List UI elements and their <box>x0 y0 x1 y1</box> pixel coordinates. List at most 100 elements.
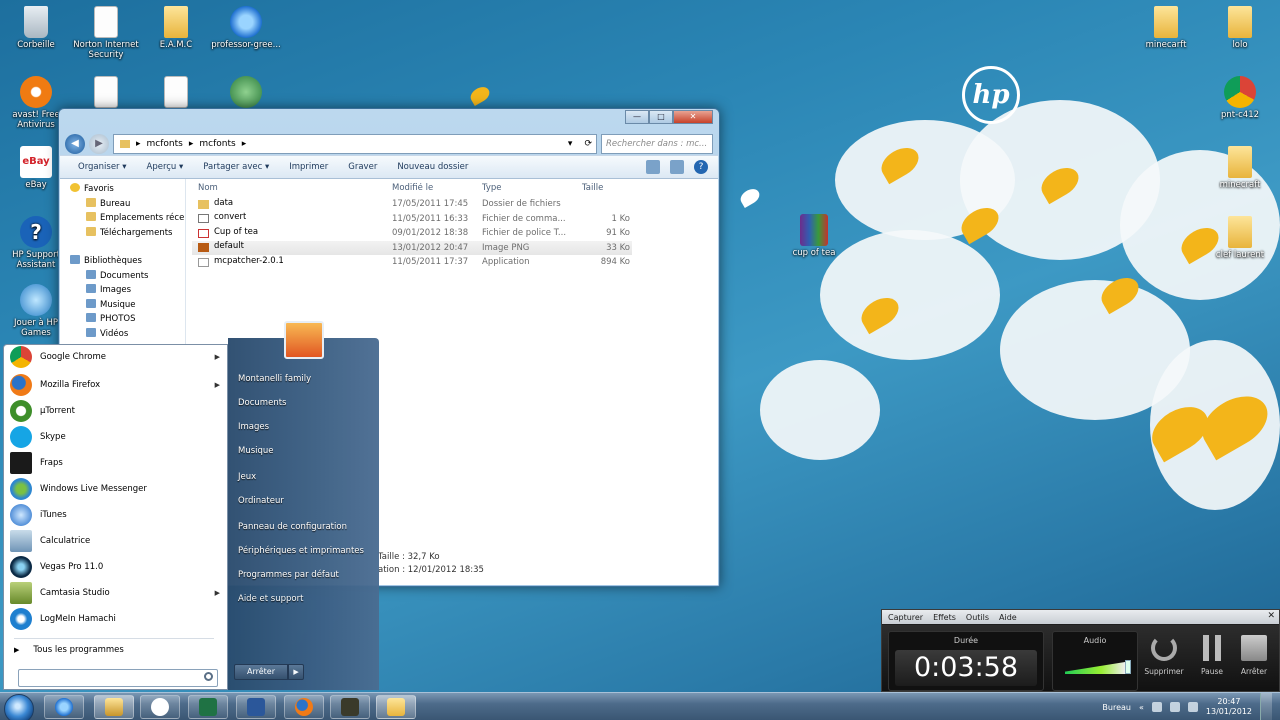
desktop-icon-professor[interactable]: professor-gree... <box>210 6 282 50</box>
start-search-input[interactable] <box>18 669 218 687</box>
back-button[interactable]: ◀ <box>65 134 85 154</box>
file-row[interactable]: data 17/05/2011 17:45 Dossier de fichier… <box>192 197 718 212</box>
nav-item-documents[interactable]: Documents <box>60 269 185 284</box>
menu-capturer[interactable]: Capturer <box>888 613 923 622</box>
nav-favoris[interactable]: Favoris <box>60 182 185 197</box>
link-music[interactable]: Musique <box>238 446 274 456</box>
print-button[interactable]: Imprimer <box>279 162 338 172</box>
organize-button[interactable]: Organiser ▾ <box>68 162 137 172</box>
help-icon[interactable]: ? <box>694 160 708 174</box>
desktop-icon-eamc[interactable]: E.A.M.C <box>140 6 212 50</box>
link-devices-printers[interactable]: Périphériques et imprimantes <box>238 546 364 556</box>
program-hamachi[interactable]: LogMeIn Hamachi <box>10 607 222 631</box>
nav-item-recent[interactable]: Emplacements récen <box>60 211 185 226</box>
program-firefox[interactable]: Mozilla Firefox ▶ <box>10 373 222 397</box>
file-row[interactable]: Cup of tea 09/01/2012 18:38 Fichier de p… <box>192 226 718 241</box>
taskbar-hp[interactable] <box>140 695 180 719</box>
link-control-panel[interactable]: Panneau de configuration <box>238 522 347 532</box>
view-options-icon[interactable] <box>646 160 660 174</box>
taskbar-excel[interactable] <box>188 695 228 719</box>
share-button[interactable]: Partager avec ▾ <box>193 162 279 172</box>
program-skype[interactable]: Skype <box>10 425 222 449</box>
menu-aide[interactable]: Aide <box>999 613 1017 622</box>
search-input[interactable]: Rechercher dans : mc... <box>601 134 713 154</box>
forward-button[interactable]: ▶ <box>89 134 109 154</box>
nav-item-photos[interactable]: PHOTOS <box>60 312 185 327</box>
desktop-icon-doc1[interactable] <box>70 76 142 110</box>
chevron-up-icon[interactable]: « <box>1139 703 1144 712</box>
all-programs-button[interactable]: ▶ Tous les programmes <box>14 645 124 655</box>
shutdown-options-icon[interactable]: ▶ <box>288 664 305 680</box>
desktop-icon-doc2[interactable] <box>140 76 212 110</box>
desktop-icon-minecarft[interactable]: minecarft <box>1130 6 1202 50</box>
menu-outils[interactable]: Outils <box>966 613 989 622</box>
column-size[interactable]: Taille <box>574 183 630 193</box>
tray-desktop-label[interactable]: Bureau <box>1102 703 1131 712</box>
burn-button[interactable]: Graver <box>338 162 387 172</box>
nav-item-bureau[interactable]: Bureau <box>60 197 185 212</box>
volume-icon[interactable] <box>1187 702 1198 712</box>
desktop-icon-installer[interactable] <box>210 76 282 110</box>
preview-pane-icon[interactable] <box>670 160 684 174</box>
nav-item-images[interactable]: Images <box>60 283 185 298</box>
minimize-button[interactable]: — <box>625 110 649 124</box>
stop-button[interactable]: Arrêter <box>1234 635 1274 676</box>
link-computer[interactable]: Ordinateur <box>238 496 284 506</box>
breadcrumb-item[interactable]: mcfonts <box>199 139 235 149</box>
menu-effets[interactable]: Effets <box>933 613 956 622</box>
maximize-button[interactable]: □ <box>649 110 673 124</box>
program-itunes[interactable]: iTunes <box>10 503 222 527</box>
desktop-icon-minecraft[interactable]: minecraft <box>1204 146 1276 190</box>
program-google-chrome[interactable]: Google Chrome ▶ <box>10 345 222 369</box>
new-folder-button[interactable]: Nouveau dossier <box>387 162 478 172</box>
taskbar-folder[interactable] <box>376 695 416 719</box>
file-row[interactable]: mcpatcher-2.0.1 11/05/2011 17:37 Applica… <box>192 255 718 270</box>
start-button[interactable] <box>4 694 34 720</box>
link-documents[interactable]: Documents <box>238 398 286 408</box>
link-user-folder[interactable]: Montanelli family <box>238 374 311 384</box>
program-calculator[interactable]: Calculatrice <box>10 529 222 553</box>
taskbar-minecraft[interactable] <box>330 695 370 719</box>
network-icon[interactable] <box>1169 702 1180 712</box>
column-type[interactable]: Type <box>482 183 574 193</box>
link-help-support[interactable]: Aide et support <box>238 594 303 604</box>
shutdown-button[interactable]: Arrêter <box>234 664 289 680</box>
desktop-icon-cup-of-tea[interactable]: cup of tea <box>778 214 850 258</box>
taskbar-firefox[interactable] <box>284 695 324 719</box>
program-fraps[interactable]: Fraps <box>10 451 222 475</box>
desktop-icon-pnt[interactable]: pnt-c412 <box>1204 76 1276 120</box>
close-button[interactable]: ✕ <box>673 110 713 124</box>
preview-button[interactable]: Aperçu ▾ <box>137 162 194 172</box>
nav-item-downloads[interactable]: Téléchargements <box>60 226 185 241</box>
column-name[interactable]: Nom <box>192 183 392 193</box>
desktop-icon-clef[interactable]: clef laurent <box>1204 216 1276 260</box>
program-vegas[interactable]: Vegas Pro 11.0 <box>10 555 222 579</box>
desktop-icon-corbeille[interactable]: Corbeille <box>0 6 72 50</box>
program-camtasia[interactable]: Camtasia Studio ▶ <box>10 581 222 605</box>
nav-bibliotheques[interactable]: Bibliothèques <box>60 254 185 269</box>
show-desktop-button[interactable] <box>1260 693 1272 720</box>
refresh-icon[interactable]: ⟳ <box>584 139 592 149</box>
taskbar-word[interactable] <box>236 695 276 719</box>
clock[interactable]: 20:47 13/01/2012 <box>1206 697 1252 717</box>
desktop-icon-lolo[interactable]: lolo <box>1204 6 1276 50</box>
breadcrumb[interactable]: ▸ mcfonts ▸ mcfonts ▸ ▾ ⟳ <box>113 134 597 154</box>
nav-item-music[interactable]: Musique <box>60 298 185 313</box>
desktop-icon-norton[interactable]: Norton Internet Security <box>70 6 142 60</box>
flag-icon[interactable] <box>1151 702 1162 712</box>
chevron-down-icon[interactable]: ▾ <box>568 139 573 149</box>
link-games[interactable]: Jeux <box>238 472 256 482</box>
delete-button[interactable]: Supprimer <box>1144 635 1184 676</box>
program-utorrent[interactable]: µTorrent <box>10 399 222 423</box>
close-icon[interactable]: ✕ <box>1267 611 1275 621</box>
audio-volume-slider[interactable] <box>1125 660 1131 674</box>
column-modified[interactable]: Modifié le <box>392 183 482 193</box>
taskbar-ie[interactable] <box>44 695 84 719</box>
link-default-programs[interactable]: Programmes par défaut <box>238 570 339 580</box>
breadcrumb-item[interactable]: mcfonts <box>147 139 183 149</box>
user-avatar[interactable] <box>284 321 324 359</box>
link-images[interactable]: Images <box>238 422 269 432</box>
pause-button[interactable]: Pause <box>1192 635 1232 676</box>
program-wlm[interactable]: Windows Live Messenger <box>10 477 222 501</box>
file-row[interactable]: convert 11/05/2011 16:33 Fichier de comm… <box>192 212 718 227</box>
